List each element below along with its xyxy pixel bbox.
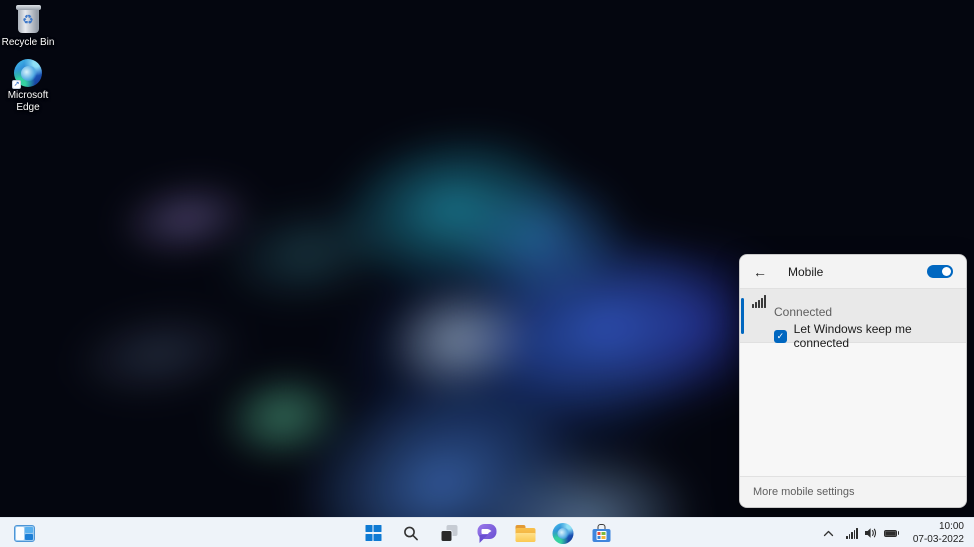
back-button[interactable]: ← (753, 264, 771, 280)
task-view-button[interactable] (435, 520, 464, 546)
more-mobile-settings-link[interactable]: More mobile settings (753, 486, 855, 498)
search-icon (403, 525, 420, 542)
microsoft-store-icon (592, 524, 610, 542)
taskbar: 10:00 07-03-2022 (0, 517, 974, 547)
hidden-icons-button[interactable] (817, 520, 839, 546)
cellular-signal-icon (846, 528, 858, 539)
task-view-icon (441, 525, 458, 542)
widgets-button[interactable] (7, 520, 41, 546)
taskbar-center (359, 520, 616, 546)
edge-logo-icon: ↗ (14, 59, 42, 87)
recycle-symbol-icon: ♻ (18, 12, 39, 28)
mobile-flyout-panel: ← Mobile Connected ✓ Let Windows keep me… (739, 254, 967, 508)
search-button[interactable] (397, 520, 426, 546)
chat-icon (478, 524, 497, 542)
tray-date: 07-03-2022 (913, 533, 964, 546)
chat-button[interactable] (473, 520, 502, 546)
recycle-bin-icon: ♻ (18, 8, 39, 33)
keep-connected-checkbox[interactable]: ✓ (774, 330, 787, 343)
tray-time: 10:00 (913, 520, 964, 533)
widgets-icon (14, 525, 35, 542)
file-explorer-button[interactable] (511, 520, 540, 546)
clock-button[interactable]: 10:00 07-03-2022 (906, 520, 971, 546)
battery-icon (884, 530, 897, 537)
desktop-icon-label: Recycle Bin (0, 37, 56, 49)
store-button[interactable] (587, 520, 616, 546)
flyout-header: ← Mobile (740, 255, 966, 288)
flyout-footer: More mobile settings (740, 476, 966, 507)
mobile-toggle[interactable] (927, 265, 953, 278)
desktop-icon-recycle-bin[interactable]: ♻ Recycle Bin (0, 5, 56, 49)
edge-logo-icon (553, 523, 574, 544)
keep-connected-row: ✓ Let Windows keep me connected (774, 322, 966, 350)
video-camera-icon (482, 529, 489, 534)
folder-icon (515, 525, 535, 542)
network-volume-battery-button[interactable] (839, 520, 904, 546)
shortcut-arrow-icon: ↗ (12, 80, 21, 89)
edge-button[interactable] (549, 520, 578, 546)
taskbar-tray: 10:00 07-03-2022 (817, 520, 971, 546)
desktop-icon-label: Microsoft Edge (0, 90, 56, 113)
desktop-screen: ♻ Recycle Bin ↗ Microsoft Edge ← Mobile … (0, 0, 974, 547)
chevron-up-icon (823, 529, 834, 538)
connection-status: Connected (774, 305, 832, 319)
connected-network-item[interactable]: Connected ✓ Let Windows keep me connecte… (740, 288, 966, 343)
start-button[interactable] (359, 520, 388, 546)
desktop-icon-microsoft-edge[interactable]: ↗ Microsoft Edge (0, 58, 56, 113)
cellular-signal-icon (752, 295, 766, 308)
taskbar-left (7, 520, 41, 546)
volume-icon (864, 527, 878, 539)
checkbox-label: Let Windows keep me connected (794, 322, 966, 350)
selection-accent-bar (741, 298, 744, 334)
flyout-title: Mobile (788, 265, 823, 279)
windows-logo-icon (365, 525, 381, 541)
toggle-knob (942, 267, 951, 276)
